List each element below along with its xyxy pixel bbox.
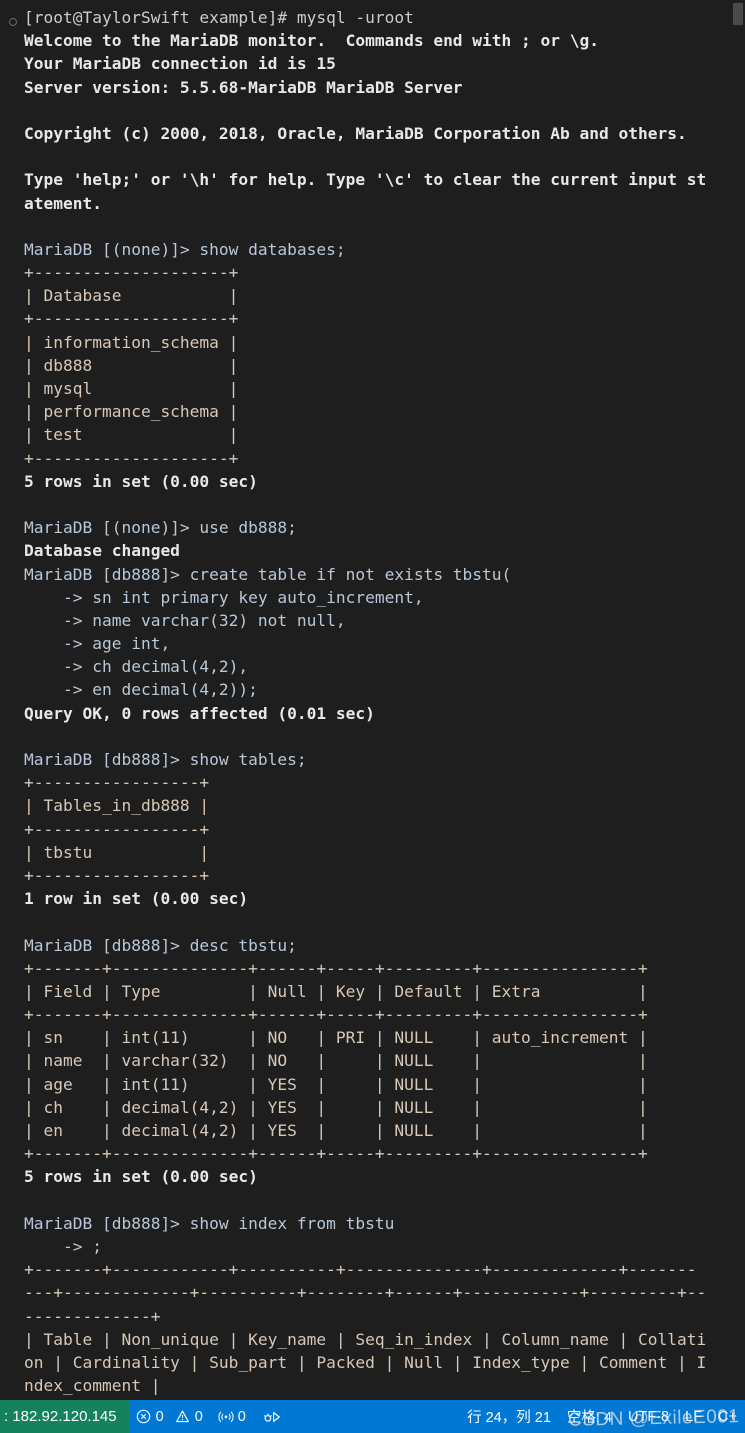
terminal-line: MariaDB [(none)]> show databases; — [24, 239, 346, 259]
terminal-line: +-------+--------------+------+-----+---… — [24, 1005, 648, 1025]
terminal-line: | mysql | — [24, 379, 239, 398]
terminal-line: -> sn int primary key auto_increment, — [24, 587, 424, 607]
terminal-line: -> ch decimal(4,2), — [24, 657, 249, 677]
language-mode-label: C+ — [718, 1408, 737, 1425]
status-indentation[interactable]: 空格: 4 — [559, 1400, 620, 1433]
terminal-line: 5 rows in set (0.00 sec) — [24, 471, 258, 491]
terminal-line: Database changed — [24, 541, 180, 561]
terminal-line: [root@TaylorSwift example]# mysql -uroot — [0, 6, 745, 29]
terminal-line: -> en decimal(4,2)); — [24, 680, 258, 700]
terminal-line: 5 rows in set (0.00 sec) — [24, 1167, 258, 1187]
terminal-line: MariaDB [db888]> show tables; — [24, 750, 307, 769]
status-remote-host[interactable]: : 182.92.120.145 — [0, 1400, 129, 1433]
terminal-line: Welcome to the MariaDB monitor. Commands… — [24, 31, 599, 51]
terminal-line: Copyright (c) 2000, 2018, Oracle, MariaD… — [24, 123, 687, 143]
terminal-line: | Table | Non_unique | Key_name | Seq_in… — [24, 1329, 707, 1349]
terminal-line: -> name varchar(32) not null, — [24, 610, 346, 630]
terminal-line: | name | varchar(32) | NO | | NULL | | — [24, 1051, 648, 1071]
status-ports[interactable]: 0 — [210, 1400, 254, 1433]
terminal-line: on | Cardinality | Sub_part | Packed | N… — [24, 1352, 707, 1372]
terminal-line: +-------+------------+----------+-------… — [24, 1260, 697, 1280]
terminal-line: -> ; — [24, 1236, 102, 1256]
terminal-line: Query OK, 0 rows affected (0.01 sec) — [24, 703, 375, 723]
terminal-line: +-------+--------------+------+-----+---… — [24, 1144, 648, 1164]
terminal-line: | Field | Type | Null | Key | Default | … — [24, 981, 648, 1001]
debug-run-icon — [262, 1409, 281, 1425]
terminal-line: | performance_schema | — [24, 402, 239, 422]
radio-tower-icon — [218, 1409, 234, 1424]
terminal-line: | information_schema | — [24, 332, 239, 352]
terminal-line: | en | decimal(4,2) | YES | | NULL | | — [24, 1121, 648, 1140]
terminal-line: | ch | decimal(4,2) | YES | | NULL | | — [24, 1097, 648, 1117]
terminal-line: MariaDB [db888]> create table if not exi… — [24, 564, 512, 584]
terminal-line: | test | — [24, 425, 239, 445]
terminal-line: MariaDB [db888]> desc tbstu; — [24, 935, 297, 955]
command-marker-icon — [9, 18, 17, 26]
terminal-line: | db888 | — [24, 355, 239, 375]
terminal-line: +--------------------+ — [24, 263, 239, 283]
end-of-line-label: LF — [685, 1408, 703, 1425]
terminal-line: | sn | int(11) | NO | PRI | NULL | auto_… — [24, 1028, 648, 1048]
terminal-output: [root@TaylorSwift example]# mysql -uroot… — [0, 0, 745, 1400]
terminal-line: +-------+--------------+------+-----+---… — [24, 958, 648, 978]
status-end-of-line[interactable]: LF — [677, 1400, 710, 1433]
terminal-line: | Database | — [24, 286, 239, 306]
encoding-label: UTF-8 — [628, 1408, 670, 1425]
ports-count: 0 — [237, 1408, 246, 1425]
status-run-task[interactable] — [254, 1400, 289, 1433]
warning-count: 0 — [194, 1408, 203, 1425]
terminal-line: +-----------------+ — [24, 773, 210, 793]
terminal-line: atement. — [24, 193, 102, 213]
terminal-line: 1 row in set (0.00 sec) — [24, 889, 249, 909]
warning-icon — [175, 1409, 190, 1424]
terminal-line: +-----------------+ — [24, 865, 210, 885]
terminal-panel[interactable]: [root@TaylorSwift example]# mysql -uroot… — [0, 0, 745, 1400]
remote-host-label: : 182.92.120.145 — [4, 1408, 117, 1425]
terminal-line: | age | int(11) | YES | | NULL | | — [24, 1074, 648, 1094]
terminal-line: +--------------------+ — [24, 448, 239, 468]
terminal-line: | Tables_in_db888 | — [24, 796, 210, 816]
status-problems[interactable]: 0 0 — [129, 1400, 210, 1433]
status-language-mode[interactable]: C+ — [710, 1400, 745, 1433]
terminal-line: -------------+ — [24, 1306, 161, 1326]
status-bar: : 182.92.120.145 0 0 0 行 24，列 21 空格: 4 U… — [0, 1400, 745, 1433]
status-cursor-position[interactable]: 行 24，列 21 — [459, 1400, 559, 1433]
terminal-line: ---+-------------+----------+--------+--… — [24, 1283, 707, 1303]
terminal-line: ndex_comment | — [24, 1376, 161, 1396]
terminal-line: +--------------------+ — [24, 309, 239, 329]
indentation-label: 空格: 4 — [566, 1410, 613, 1426]
terminal-line: MariaDB [(none)]> use db888; — [24, 518, 297, 538]
terminal-line: +-----------------+ — [24, 819, 210, 839]
terminal-line: Server version: 5.5.68-MariaDB MariaDB S… — [24, 77, 463, 97]
terminal-line: Your MariaDB connection id is 15 — [24, 54, 336, 74]
status-encoding[interactable]: UTF-8 — [620, 1400, 677, 1433]
terminal-line: MariaDB [db888]> show index from tbstu — [24, 1213, 395, 1233]
error-count: 0 — [155, 1408, 164, 1425]
terminal-line: Type 'help;' or '\h' for help. Type '\c'… — [24, 170, 707, 190]
error-icon — [136, 1409, 151, 1424]
terminal-line: -> age int, — [24, 634, 171, 654]
terminal-line: | tbstu | — [24, 842, 210, 862]
cursor-position-label: 行 24，列 21 — [467, 1410, 551, 1426]
vscode-window: [root@TaylorSwift example]# mysql -uroot… — [0, 0, 745, 1433]
